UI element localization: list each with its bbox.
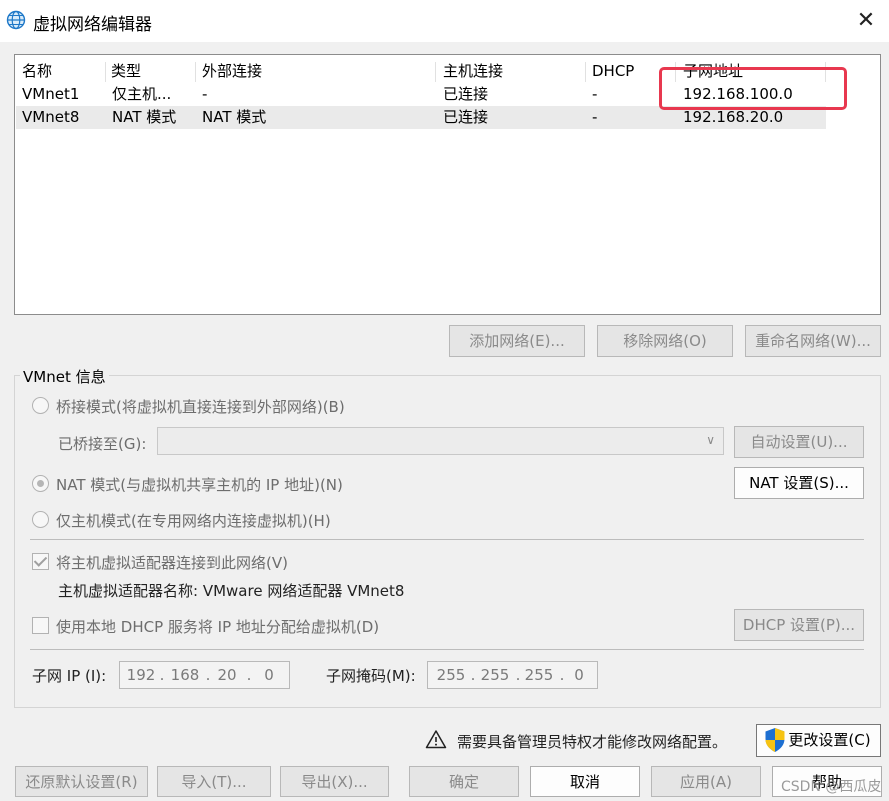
subnet-ip-label: 子网 IP (I): [32,667,107,685]
nat-mode-label[interactable]: NAT 模式(与虚拟机共享主机的 IP 地址)(N) [56,474,343,495]
host-only-label[interactable]: 仅主机模式(在专用网络内连接虚拟机)(H) [56,510,331,531]
auto-settings-button[interactable]: 自动设置(U)... [734,426,864,458]
vmnet-info-title: VMnet 信息 [20,366,109,387]
nat-mode-radio[interactable] [32,475,49,492]
cell-external: NAT 模式 [202,108,267,126]
vmnet-info-group [14,375,881,708]
mask-octet[interactable]: 255 [432,662,470,688]
column-header-type[interactable]: 类型 [111,59,141,83]
column-header-name[interactable]: 名称 [22,59,52,83]
ip-octet[interactable]: 192 [124,662,158,688]
dhcp-settings-button[interactable]: DHCP 设置(P)... [734,609,864,641]
connect-adapter-label[interactable]: 将主机虚拟适配器连接到此网络(V) [56,552,288,573]
add-network-button[interactable]: 添加网络(E)... [449,325,585,357]
restore-defaults-button[interactable]: 还原默认设置(R) [15,766,148,797]
import-button[interactable]: 导入(T)... [157,766,271,797]
bridged-to-label: 已桥接至(G): [58,435,147,453]
mask-octet[interactable]: 0 [564,662,594,688]
subnet-mask-label: 子网掩码(M): [326,667,416,685]
change-settings-label: 更改设置(C) [788,731,871,749]
cell-type: 仅主机... [112,85,172,103]
title-bar: 虚拟网络编辑器 ✕ [0,0,889,42]
bridged-to-select[interactable]: ∨ [157,427,724,455]
remove-network-button[interactable]: 移除网络(O) [597,325,733,357]
cell-name: VMnet8 [22,108,80,126]
divider [30,649,864,650]
bridge-mode-radio[interactable] [32,397,49,414]
export-button[interactable]: 导出(X)... [280,766,389,797]
divider [30,539,864,540]
subnet-mask-input[interactable]: 255 . 255 . 255 . 0 [427,661,598,689]
column-header-dhcp[interactable]: DHCP [592,59,634,83]
ip-octet[interactable]: 0 [254,662,284,688]
connect-adapter-checkbox[interactable] [32,553,49,570]
rename-network-button[interactable]: 重命名网络(W)... [745,325,881,357]
admin-notice-text: 需要具备管理员特权才能修改网络配置。 [457,733,728,751]
network-globe-icon [6,10,26,30]
watermark-text: CSDN @西瓜皮 [781,779,882,795]
cell-type: NAT 模式 [112,108,177,126]
ok-button[interactable]: 确定 [409,766,519,797]
uac-shield-icon [765,728,785,752]
cell-name: VMnet1 [22,85,80,103]
column-header-external[interactable]: 外部连接 [202,59,262,83]
cell-host: 已连接 [443,108,489,126]
cell-host: 已连接 [443,85,489,103]
host-only-radio[interactable] [32,511,49,528]
highlight-annotation [659,67,847,110]
column-header-host[interactable]: 主机连接 [443,59,503,83]
subnet-ip-input[interactable]: 192 . 168 . 20 . 0 [119,661,290,689]
adapter-name-text: 主机虚拟适配器名称: VMware 网络适配器 VMnet8 [58,582,405,600]
ip-octet[interactable]: 168 [166,662,204,688]
mask-octet[interactable]: 255 [476,662,514,688]
bridge-mode-label[interactable]: 桥接模式(将虚拟机直接连接到外部网络)(B) [56,396,345,417]
cell-external: - [202,85,208,103]
warning-icon [425,730,447,749]
dhcp-label[interactable]: 使用本地 DHCP 服务将 IP 地址分配给虚拟机(D) [56,616,379,637]
apply-button[interactable]: 应用(A) [651,766,761,797]
ip-octet[interactable]: 20 [212,662,242,688]
mask-octet[interactable]: 255 [520,662,558,688]
window-title: 虚拟网络编辑器 [33,15,152,35]
chevron-down-icon: ∨ [706,433,715,447]
dhcp-checkbox[interactable] [32,617,49,634]
cell-dhcp: - [592,108,598,126]
nat-settings-button[interactable]: NAT 设置(S)... [734,467,864,499]
cancel-button[interactable]: 取消 [530,766,640,797]
close-button[interactable]: ✕ [849,4,883,38]
cell-dhcp: - [592,85,598,103]
